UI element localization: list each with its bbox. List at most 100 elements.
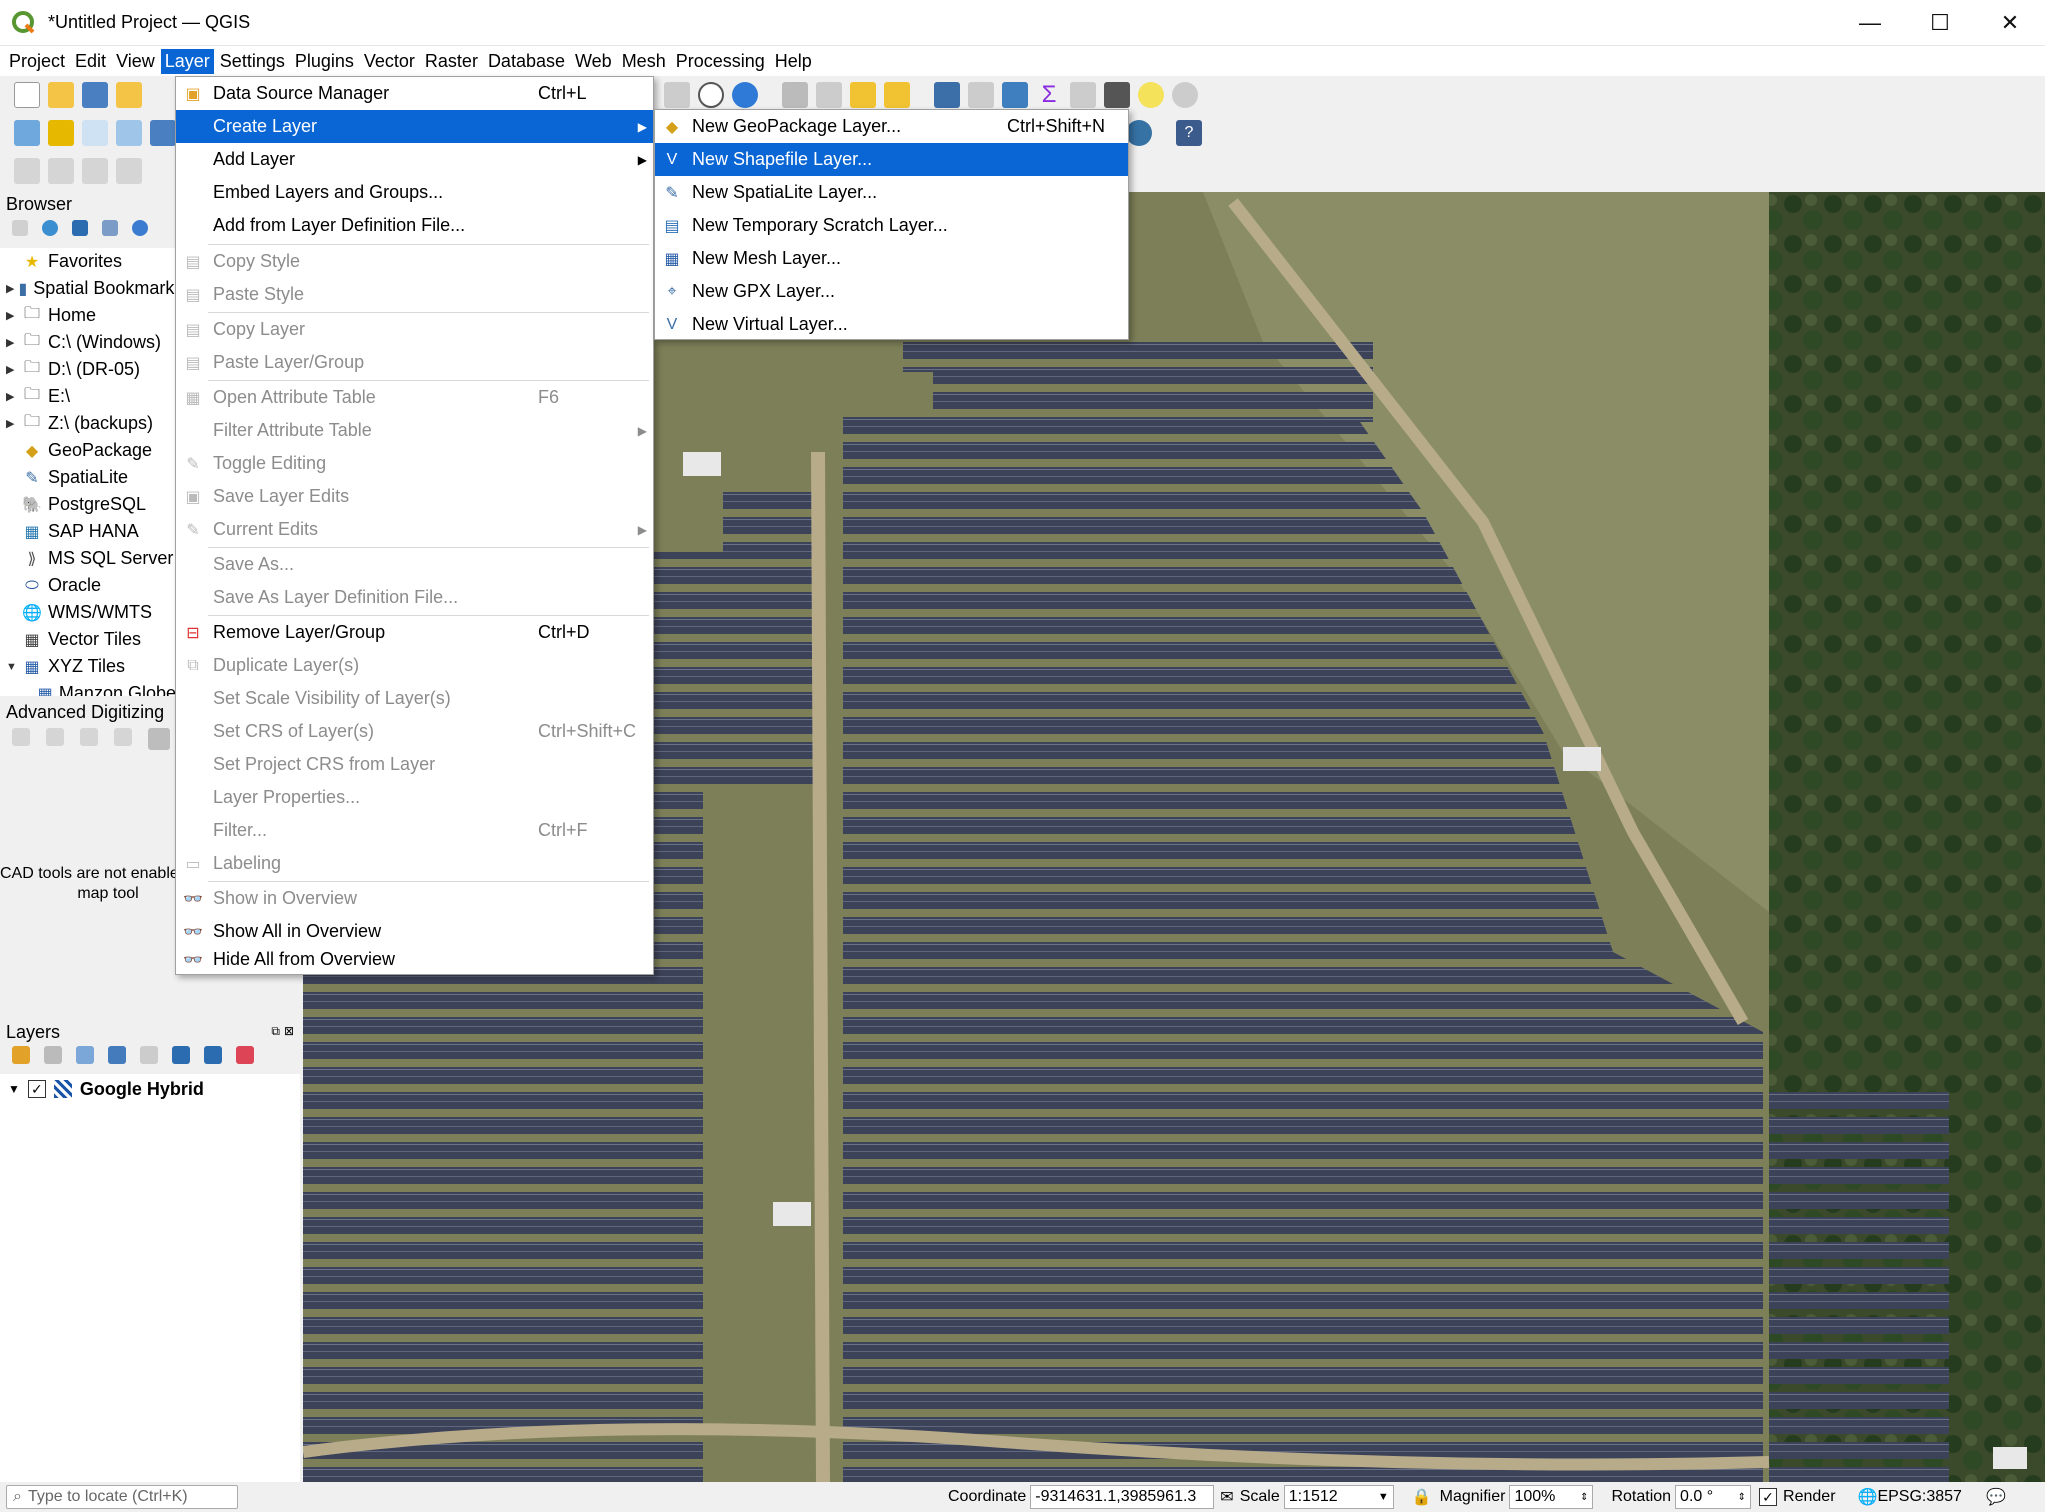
crs-globe-icon[interactable]: 🌐: [1858, 1487, 1878, 1507]
measure-icon[interactable]: [1070, 82, 1096, 108]
menu-plugins[interactable]: Plugins: [291, 49, 358, 74]
digitize-icon[interactable]: [48, 158, 74, 184]
browser-item-sap-hana[interactable]: ▦ SAP HANA: [0, 518, 176, 545]
menu-item-paste-layer[interactable]: ▤ Paste Layer/Group: [176, 346, 653, 379]
menu-item-hide-all-from-overview[interactable]: 👓 Hide All from Overview: [176, 943, 653, 976]
select-icon[interactable]: [782, 82, 808, 108]
refresh-icon[interactable]: [732, 82, 758, 108]
menu-item-set-crs[interactable]: Set CRS of Layer(s) Ctrl+Shift+C: [176, 715, 653, 748]
menu-mesh[interactable]: Mesh: [618, 49, 670, 74]
info-icon[interactable]: [132, 220, 148, 236]
submenu-item-new-scratch[interactable]: ▤ New Temporary Scratch Layer...: [655, 209, 1128, 242]
browser-item-postgresql[interactable]: 🐘 PostgreSQL: [0, 491, 176, 518]
browser-item-d-drive[interactable]: ▶ 🗀 D:\ (DR-05): [0, 356, 176, 383]
edit-tool-icon[interactable]: [116, 158, 142, 184]
add-layer-icon[interactable]: [82, 120, 108, 146]
menu-item-set-scale-visibility[interactable]: Set Scale Visibility of Layer(s): [176, 682, 653, 715]
browser-item-c-drive[interactable]: ▶ 🗀 C:\ (Windows): [0, 329, 176, 356]
menu-project[interactable]: Project: [5, 49, 69, 74]
coordinate-field[interactable]: -9314631.1,3985961.3: [1030, 1485, 1215, 1509]
identify-select-icon[interactable]: [884, 82, 910, 108]
expand-arrow-icon[interactable]: ▼: [8, 1082, 20, 1096]
add-vector-icon[interactable]: [48, 120, 74, 146]
close-button[interactable]: ✕: [1975, 0, 2045, 46]
maximize-button[interactable]: ☐: [1905, 0, 1975, 46]
data-source-icon[interactable]: [14, 120, 40, 146]
render-checkbox[interactable]: ✓: [1759, 1488, 1778, 1506]
extents-toggle-icon[interactable]: ✉: [1220, 1487, 1233, 1507]
menu-item-labeling[interactable]: ▭ Labeling: [176, 847, 653, 880]
menu-item-layer-properties[interactable]: Layer Properties...: [176, 781, 653, 814]
gear-icon[interactable]: [1002, 82, 1028, 108]
menu-web[interactable]: Web: [571, 49, 616, 74]
menu-help[interactable]: Help: [771, 49, 816, 74]
sigma-icon[interactable]: Σ: [1036, 82, 1062, 108]
node-tool-icon[interactable]: [82, 158, 108, 184]
browser-item-favorites[interactable]: ★ Favorites: [0, 248, 176, 275]
submenu-item-new-virtual[interactable]: V New Virtual Layer...: [655, 308, 1128, 341]
menu-edit[interactable]: Edit: [71, 49, 110, 74]
eye-icon[interactable]: [76, 1046, 94, 1064]
edit-icon[interactable]: [14, 158, 40, 184]
close-icon[interactable]: ⊠: [284, 1024, 294, 1039]
menu-item-copy-layer[interactable]: ▤ Copy Layer: [176, 313, 653, 346]
menu-item-current-edits[interactable]: ✎ Current Edits ▶: [176, 513, 653, 546]
save-as-icon[interactable]: [116, 82, 142, 108]
collapse-all-icon[interactable]: [204, 1046, 222, 1064]
menu-item-save-layer-edits[interactable]: ▣ Save Layer Edits: [176, 480, 653, 513]
menu-item-remove-layer[interactable]: ⊟ Remove Layer/Group Ctrl+D: [176, 616, 653, 649]
expand-all-icon[interactable]: [172, 1046, 190, 1064]
menu-item-set-project-crs[interactable]: Set Project CRS from Layer: [176, 748, 653, 781]
style-icon[interactable]: [12, 1046, 30, 1064]
settings-icon[interactable]: [148, 728, 170, 750]
browser-item-vector-tiles[interactable]: ▦ Vector Tiles: [0, 626, 176, 653]
filter-icon[interactable]: [108, 1046, 126, 1064]
submenu-item-new-shapefile[interactable]: V New Shapefile Layer...: [655, 143, 1128, 176]
perpendicular-icon[interactable]: [114, 728, 132, 746]
browser-item-xyz-tiles[interactable]: ▼ ▦ XYZ Tiles: [0, 653, 176, 680]
lock-icon[interactable]: 🔒: [1412, 1487, 1432, 1507]
identify-icon[interactable]: [934, 82, 960, 108]
magnifier-spinbox[interactable]: 100% ⇕: [1509, 1485, 1594, 1509]
browser-item-bookmarks[interactable]: ▶ ▮ Spatial Bookmarks: [0, 275, 176, 302]
menu-item-paste-style[interactable]: ▤ Paste Style: [176, 278, 653, 311]
save-project-icon[interactable]: [82, 82, 108, 108]
menu-item-add-layer-definition[interactable]: Add from Layer Definition File...: [176, 209, 653, 242]
locator-search-input[interactable]: ⌕ Type to locate (Ctrl+K): [6, 1485, 238, 1509]
submenu-item-new-gpx[interactable]: ⌖ New GPX Layer...: [655, 275, 1128, 308]
python-icon[interactable]: [1126, 120, 1152, 146]
add-selected-icon[interactable]: [12, 220, 28, 236]
menu-vector[interactable]: Vector: [360, 49, 419, 74]
filter-icon[interactable]: [72, 220, 88, 236]
collapse-icon[interactable]: [102, 220, 118, 236]
submenu-item-new-geopackage[interactable]: ◆ New GeoPackage Layer... Ctrl+Shift+N: [655, 110, 1128, 143]
parallel-icon[interactable]: [80, 728, 98, 746]
layer-visibility-checkbox[interactable]: ✓: [27, 1080, 46, 1098]
browser-item-mssql[interactable]: ⟫ MS SQL Server: [0, 545, 176, 572]
menu-item-data-source-manager[interactable]: ▣ Data Source Manager Ctrl+L: [176, 77, 653, 110]
menu-settings[interactable]: Settings: [216, 49, 289, 74]
menu-view[interactable]: View: [112, 49, 159, 74]
menu-processing[interactable]: Processing: [672, 49, 769, 74]
deselect-icon[interactable]: [816, 82, 842, 108]
browser-item-wms[interactable]: 🌐 WMS/WMTS: [0, 599, 176, 626]
expression-filter-icon[interactable]: [140, 1046, 158, 1064]
menu-item-toggle-editing[interactable]: ✎ Toggle Editing: [176, 447, 653, 480]
zoom-icon[interactable]: [1172, 82, 1198, 108]
browser-item-home[interactable]: ▶ 🗀 Home: [0, 302, 176, 329]
menu-item-embed-layers[interactable]: Embed Layers and Groups...: [176, 176, 653, 209]
help-icon[interactable]: ?: [1176, 120, 1202, 146]
rotation-spinbox[interactable]: 0.0 ° ⇕: [1675, 1485, 1752, 1509]
bookmark-icon[interactable]: [664, 82, 690, 108]
menu-item-filter-attribute-table[interactable]: Filter Attribute Table ▶: [176, 414, 653, 447]
browser-item-z-drive[interactable]: ▶ 🗀 Z:\ (backups): [0, 410, 176, 437]
add-spatialite-icon[interactable]: [116, 120, 142, 146]
add-group-icon[interactable]: [44, 1046, 62, 1064]
minimize-button[interactable]: —: [1835, 0, 1905, 46]
menu-item-open-attribute-table[interactable]: ▦ Open Attribute Table F6: [176, 381, 653, 414]
add-raster-icon[interactable]: [150, 120, 176, 146]
menu-item-copy-style[interactable]: ▤ Copy Style: [176, 245, 653, 278]
construction-icon[interactable]: [46, 728, 64, 746]
menu-item-save-as-layer-definition[interactable]: Save As Layer Definition File...: [176, 581, 653, 614]
remove-layer-icon[interactable]: [236, 1046, 254, 1064]
